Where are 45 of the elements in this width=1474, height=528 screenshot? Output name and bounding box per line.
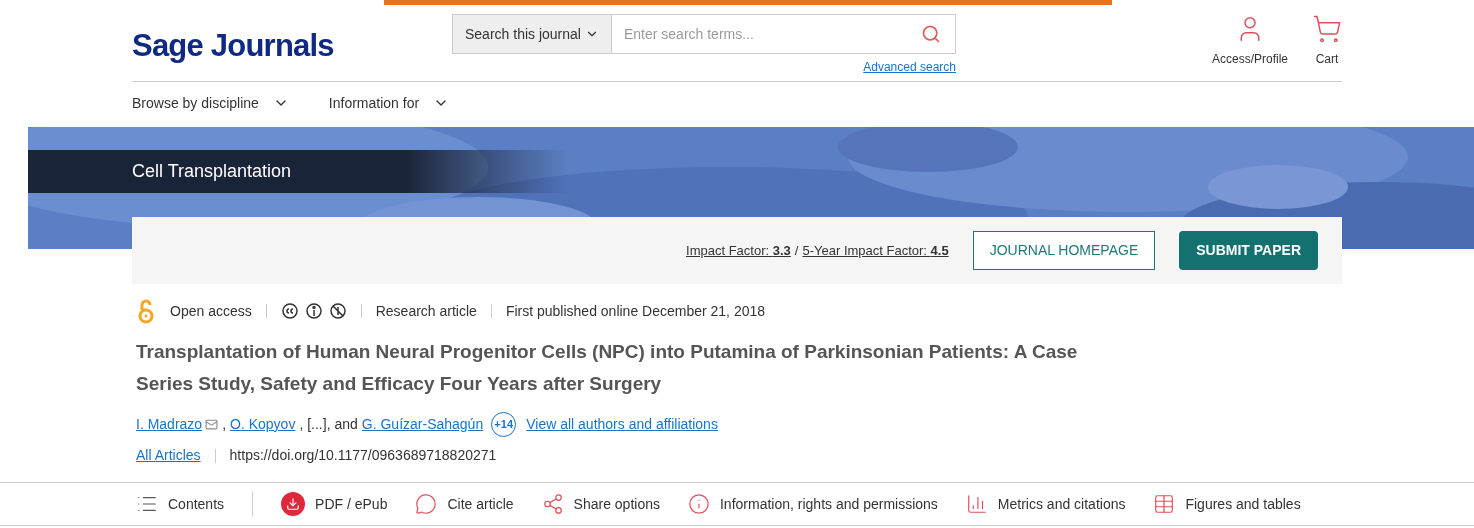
toolbar-button[interactable]: Figures and tables [1153,493,1301,515]
open-lock-icon [136,298,156,324]
impact-factor-link[interactable]: 5-Year Impact Factor: 4.5 [802,240,949,261]
share-icon [541,493,564,515]
article-title: Transplantation of Human Neural Progenitor Cells (NPC) into Putamina of Parkinsonian Patients: A Case Series Study, Safety and Efficacy Four Years after Surgery [136,340,1079,396]
table-icon [1153,493,1176,515]
doi-text: https://doi.org/10.1177/0963689718820271 [229,446,497,465]
toolbar-button[interactable]: Contents [136,493,225,515]
profile-button[interactable]: Access/Profile [1211,14,1288,68]
journal-homepage-button[interactable]: JOURNAL HOMEPAGE [972,231,1156,270]
toolbar-button[interactable]: Cite article [415,493,514,515]
toolbar-button[interactable]: PDF / ePub [281,492,388,516]
search-field[interactable]: Enter search terms... [611,15,921,53]
publication-date: First published online December 21, 2018 [505,301,766,321]
impact-factor-link[interactable]: Impact Factor: 3.3 [686,240,791,261]
bar-chart-icon [965,493,988,515]
author-link[interactable]: G. Guízar-Sahagún [361,414,484,435]
info-icon [687,493,710,515]
nav-dropdown[interactable]: Browse by discipline [132,92,289,114]
author-separator: , [...], and [299,415,358,434]
author-link[interactable]: O. Kopyov [230,414,296,435]
toolbar-button[interactable]: Information, rights and permissions [687,493,938,515]
toolbar-button[interactable]: Metrics and citations [965,493,1126,515]
speech-bubble-icon [415,493,438,515]
section-link[interactable]: All Articles [136,445,201,466]
toolbar-button[interactable]: Share options [541,493,660,515]
author-separator: , [222,415,227,434]
search-bar[interactable]: Search this journal Enter search terms... [452,14,956,54]
creative-commons-icon [280,302,299,320]
search-scope-dropdown[interactable]: Search this journal [453,15,612,53]
author-link[interactable]: I. Madrazo [136,414,203,435]
search-icon[interactable] [921,24,941,44]
article-type: Research article [375,301,477,321]
mail-icon [205,418,219,431]
journal-title: Cell Transplantation [132,160,292,183]
separator: / [794,241,799,260]
nav-dropdown[interactable]: Information for [328,92,450,114]
all-authors-link[interactable]: View all authors and affiliations [526,414,718,435]
cart-button[interactable]: Cart [1312,14,1342,68]
advanced-search-link[interactable]: Advanced search [863,58,956,76]
download-icon [281,492,306,516]
submit-paper-button[interactable]: SUBMIT PAPER [1179,231,1318,270]
cart-icon [1312,14,1342,44]
logo[interactable]: Sage Journals [132,23,452,70]
open-access-label: Open access [170,301,252,321]
